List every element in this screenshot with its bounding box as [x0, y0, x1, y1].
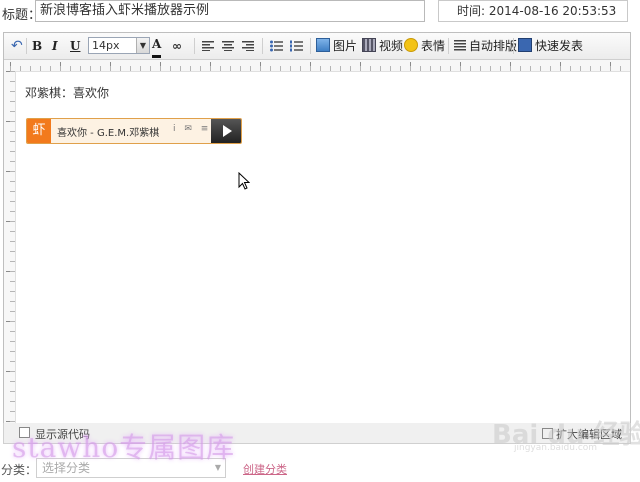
rich-text-editor: ↶ B I U 14px ▼ A ∞ 图片 视频 表情 自动排版 快速发表 邓紫…: [3, 32, 631, 444]
image-icon: [316, 38, 330, 52]
editor-content-area[interactable]: 邓紫棋：喜欢你 虾 喜欢你 - G.E.M.邓紫棋 i ✉ ≡: [16, 72, 628, 440]
align-right-icon[interactable]: [242, 41, 254, 59]
toolbar-separator: [194, 38, 195, 54]
editor-toolbar: ↶ B I U 14px ▼ A ∞ 图片 视频 表情 自动排版 快速发表: [4, 33, 630, 60]
font-size-value: 14px: [92, 39, 120, 52]
toolbar-separator: [26, 38, 27, 54]
insert-emoticon-label: 表情: [421, 39, 446, 53]
insert-emoticon-button[interactable]: 表情: [404, 37, 445, 55]
font-color-button[interactable]: A: [152, 37, 162, 58]
baidu-jingyan-url-watermark: jingyan.baidu.com: [514, 443, 598, 453]
toolbar-separator: [448, 38, 449, 54]
save-icon: [518, 38, 532, 52]
auto-layout-button[interactable]: 自动排版: [454, 37, 517, 55]
insert-image-button[interactable]: 图片: [316, 37, 357, 55]
toolbar-separator: [513, 38, 514, 54]
chevron-down-icon: ▼: [136, 38, 149, 53]
link-icon[interactable]: ∞: [172, 37, 182, 55]
smiley-icon: [404, 38, 418, 52]
italic-button[interactable]: I: [52, 37, 58, 55]
xiami-music-player[interactable]: 虾 喜欢你 - G.E.M.邓紫棋 i ✉ ≡: [26, 118, 242, 144]
align-center-icon[interactable]: [222, 41, 234, 59]
song-title: 喜欢你 - G.E.M.邓紫棋: [57, 128, 160, 139]
quick-publish-button[interactable]: 快速发表: [518, 37, 583, 55]
toolbar-separator: [310, 38, 311, 54]
stawho-watermark: stawho专属图库: [12, 431, 236, 464]
mouse-cursor-icon: [238, 172, 250, 190]
play-icon: [223, 125, 232, 137]
content-paragraph: 邓紫棋：喜欢你: [25, 86, 110, 100]
align-left-icon[interactable]: [202, 41, 214, 59]
blog-editor-page: 标题： 新浪博客插入虾米播放器示例 时间: 2014-08-16 20:53:5…: [0, 0, 640, 482]
title-row: 标题： 新浪博客插入虾米播放器示例 时间: 2014-08-16 20:53:5…: [0, 0, 640, 28]
insert-video-label: 视频: [379, 39, 404, 53]
numbered-list-icon[interactable]: [290, 40, 303, 58]
underline-button[interactable]: U: [70, 37, 80, 55]
title-input[interactable]: 新浪博客插入虾米播放器示例: [35, 0, 425, 22]
play-button[interactable]: [211, 119, 241, 143]
quick-publish-label: 快速发表: [535, 39, 584, 53]
font-size-select[interactable]: 14px ▼: [88, 37, 150, 54]
vertical-ruler: [4, 71, 16, 443]
insert-image-label: 图片: [333, 39, 358, 53]
publish-time-field[interactable]: 时间: 2014-08-16 20:53:53: [438, 0, 628, 22]
toolbar-separator: [262, 38, 263, 54]
player-info-icons[interactable]: i ✉ ≡: [173, 124, 211, 134]
insert-video-button[interactable]: 视频: [362, 37, 403, 55]
layout-icon: [454, 40, 466, 52]
video-icon: [362, 38, 376, 52]
auto-layout-label: 自动排版: [469, 39, 518, 53]
bullet-list-icon[interactable]: [270, 40, 283, 58]
undo-icon[interactable]: ↶: [11, 37, 23, 55]
xiami-logo: 虾: [27, 119, 51, 143]
horizontal-ruler: [4, 60, 630, 72]
bold-button[interactable]: B: [32, 37, 42, 55]
create-category-link[interactable]: 创建分类: [243, 461, 287, 477]
